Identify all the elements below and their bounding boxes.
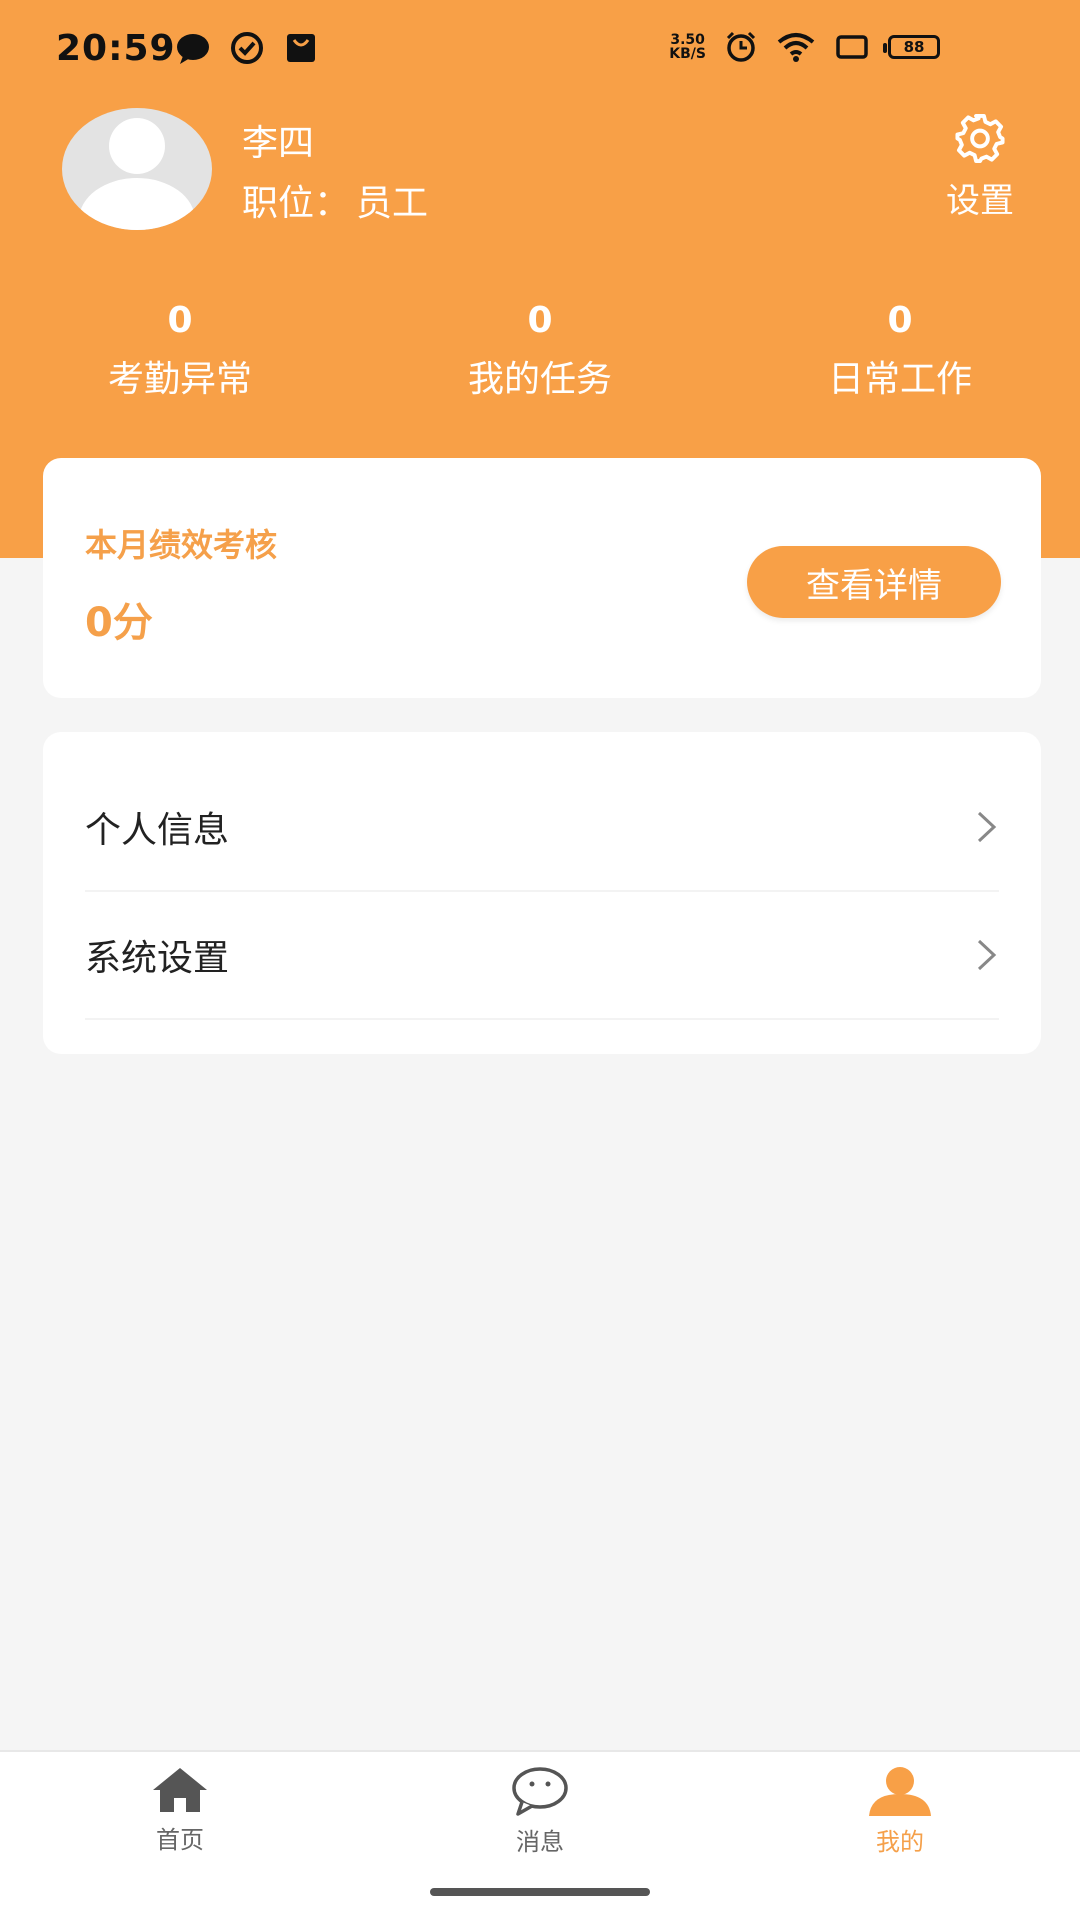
- status-time: 20:59: [56, 28, 176, 69]
- performance-card: 本月绩效考核 0分 查看详情: [43, 458, 1041, 698]
- wifi-icon: [777, 33, 815, 62]
- stats-row: 0 考勤异常 0 我的任务 0 日常工作: [0, 300, 1080, 402]
- battery-indicator: 88: [883, 35, 940, 59]
- stat-daily-work[interactable]: 0 日常工作: [720, 300, 1080, 402]
- stat-value: 0: [527, 300, 553, 341]
- user-role-value: 员工: [356, 183, 429, 224]
- check-circle-icon: [231, 32, 263, 64]
- avatar[interactable]: [62, 108, 212, 230]
- stat-attendance-abnormal[interactable]: 0 考勤异常: [0, 300, 360, 402]
- menu-item-label: 系统设置: [85, 938, 230, 979]
- nav-messages[interactable]: 消息: [440, 1766, 640, 1857]
- default-avatar-icon: [79, 118, 195, 230]
- stat-label: 我的任务: [467, 359, 612, 400]
- person-icon: [869, 1767, 931, 1816]
- user-role: 职位： 员工: [242, 174, 428, 226]
- menu-item-label: 个人信息: [85, 810, 230, 851]
- stat-value: 0: [167, 300, 193, 341]
- status-system-icons: 3.50 KB/S 88: [669, 30, 940, 64]
- status-notification-icons: [175, 30, 319, 66]
- message-icon: [512, 1767, 568, 1816]
- stat-label: 日常工作: [827, 359, 972, 400]
- nav-label: 首页: [156, 1826, 204, 1854]
- chat-bubble-icon: [177, 34, 209, 64]
- user-name: 李四: [242, 123, 315, 164]
- gear-icon: [955, 113, 1005, 164]
- performance-score: 0分: [85, 600, 153, 646]
- settings-label: 设置: [946, 181, 1014, 221]
- nav-label: 消息: [516, 1828, 564, 1856]
- chevron-right-icon: [977, 939, 997, 971]
- stat-label: 考勤异常: [107, 359, 252, 400]
- view-details-button[interactable]: 查看详情: [747, 546, 1001, 618]
- stat-value: 0: [887, 300, 913, 341]
- user-role-label: 职位：: [242, 183, 351, 224]
- performance-title: 本月绩效考核: [85, 526, 278, 564]
- menu-item-system-settings[interactable]: 系统设置: [85, 892, 999, 1020]
- profile-screen: 20:59 3.50 KB/S 88 李四 职位： 员工 设置 0 考勤异常 0…: [0, 0, 1080, 1920]
- menu-card: 个人信息 系统设置: [43, 732, 1041, 1054]
- settings-button[interactable]: 设置: [930, 112, 1030, 222]
- shopping-bag-icon: [287, 34, 315, 62]
- status-bar: 20:59 3.50 KB/S 88: [0, 0, 1080, 100]
- chevron-right-icon: [977, 811, 997, 843]
- menu-item-personal-info[interactable]: 个人信息: [85, 764, 999, 892]
- stat-my-tasks[interactable]: 0 我的任务: [360, 300, 720, 402]
- nav-label: 我的: [876, 1828, 924, 1856]
- nav-mine[interactable]: 我的: [800, 1766, 1000, 1857]
- network-speed: 3.50 KB/S: [669, 32, 706, 62]
- alarm-icon: [726, 31, 756, 62]
- home-indicator[interactable]: [430, 1888, 650, 1896]
- screen-rotate-icon: [836, 35, 868, 59]
- home-icon: [153, 1768, 207, 1812]
- nav-home[interactable]: 首页: [80, 1766, 280, 1855]
